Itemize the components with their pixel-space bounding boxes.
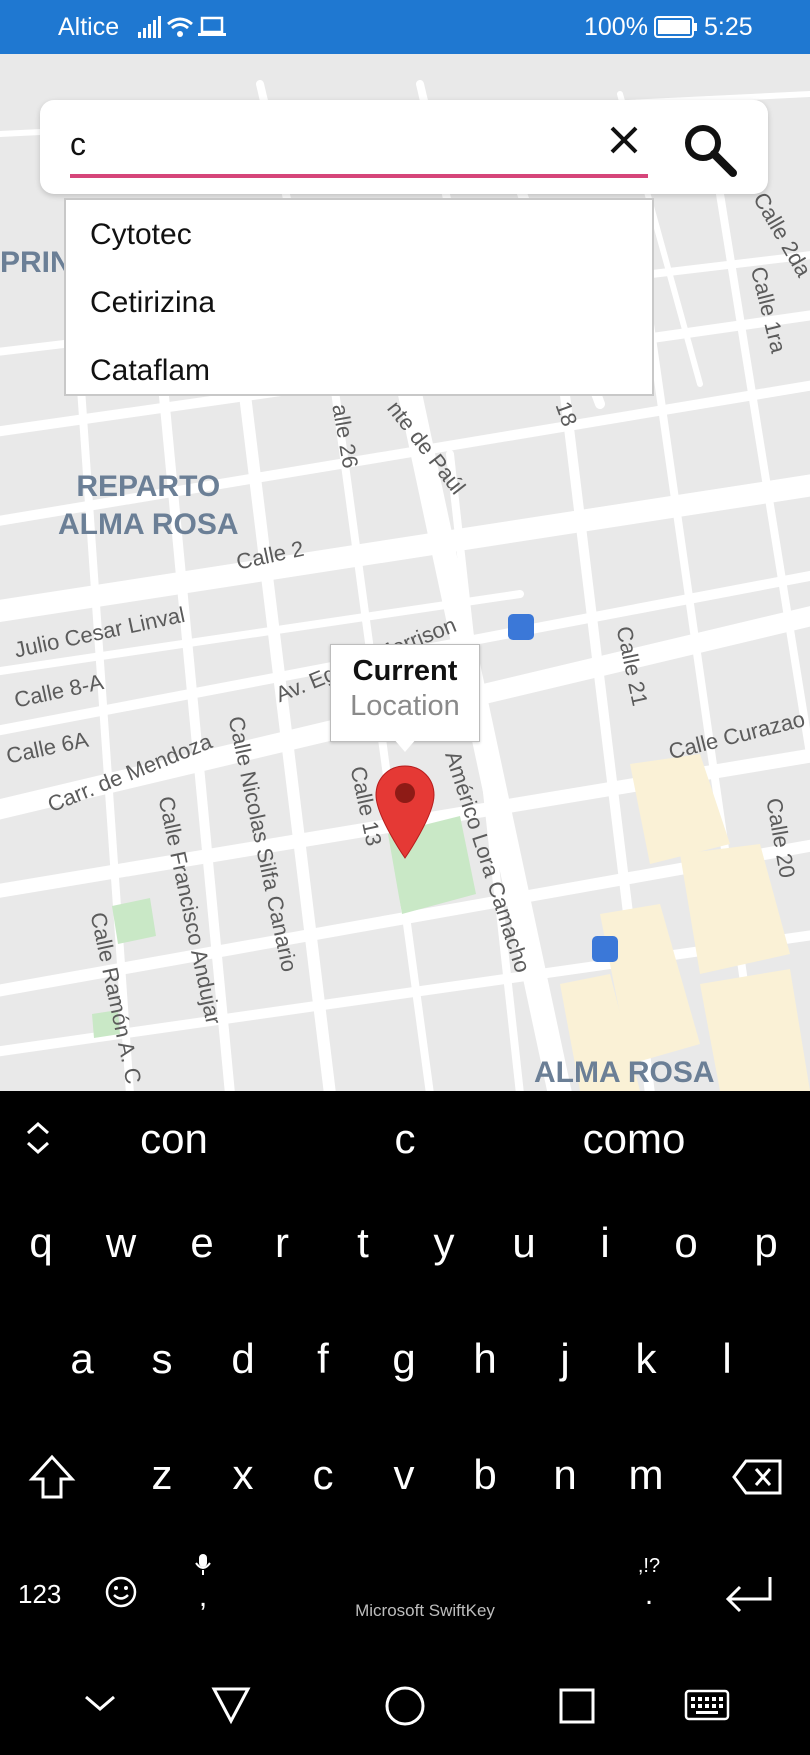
enter-key[interactable]: [724, 1573, 774, 1618]
bus-stop-icon[interactable]: [592, 936, 618, 962]
recents-button[interactable]: [558, 1687, 596, 1730]
comma-key[interactable]: ,: [190, 1553, 216, 1633]
key[interactable]: e: [172, 1219, 232, 1267]
recents-square-icon: [559, 1688, 595, 1724]
search-icon: [685, 125, 737, 177]
callout-tail: [393, 738, 417, 752]
battery-icon: [654, 16, 698, 45]
shift-key[interactable]: [28, 1453, 76, 1506]
key[interactable]: h: [455, 1335, 515, 1383]
comma-label: ,: [198, 1580, 208, 1613]
key[interactable]: i: [575, 1219, 635, 1267]
key[interactable]: n: [535, 1451, 595, 1499]
back-button[interactable]: [210, 1685, 252, 1730]
key[interactable]: o: [656, 1219, 716, 1267]
key[interactable]: a: [52, 1335, 112, 1383]
key[interactable]: v: [374, 1451, 434, 1499]
enter-icon: [725, 1577, 772, 1613]
suggestion-item[interactable]: Cataflam: [90, 354, 210, 388]
key[interactable]: d: [213, 1335, 273, 1383]
callout-title: Current: [352, 655, 458, 687]
search-underline: [70, 174, 648, 178]
area-label-reparto: REPARTO ALMA ROSA: [58, 470, 239, 541]
area-label-prin: PRIN: [0, 246, 72, 279]
keyboard-icon: [684, 1689, 730, 1721]
period-label: .: [644, 1578, 654, 1611]
clock: 5:25: [704, 13, 753, 41]
signal-wifi-icons: [138, 14, 230, 47]
suggestion-item[interactable]: Cetirizina: [90, 286, 215, 320]
key[interactable]: j: [535, 1335, 595, 1383]
key[interactable]: b: [455, 1451, 515, 1499]
word-suggestion[interactable]: c: [305, 1115, 505, 1163]
clear-button[interactable]: [600, 116, 648, 164]
suggestion-list: Cytotec Cetirizina Cataflam: [64, 198, 654, 396]
emoji-icon: [105, 1576, 137, 1608]
key[interactable]: l: [697, 1335, 757, 1383]
home-circle-icon: [385, 1686, 425, 1726]
back-triangle-icon: [211, 1687, 251, 1725]
shift-icon: [28, 1454, 76, 1499]
expand-toolbar-icon[interactable]: [24, 1121, 52, 1160]
backspace-icon: [732, 1459, 782, 1495]
period-key[interactable]: ,!? .: [636, 1555, 662, 1612]
chevron-down-icon: [85, 1695, 115, 1711]
key[interactable]: x: [213, 1451, 273, 1499]
key[interactable]: p: [736, 1219, 796, 1267]
spacebar[interactable]: Microsoft SwiftKey: [290, 1561, 560, 1631]
key[interactable]: z: [132, 1451, 192, 1499]
key[interactable]: t: [333, 1219, 393, 1267]
current-location-callout[interactable]: Current Location: [330, 644, 480, 742]
key[interactable]: c: [293, 1451, 353, 1499]
status-bar: Altice 100% 5:25: [0, 0, 810, 54]
search-button[interactable]: [680, 120, 740, 180]
hide-keyboard-button[interactable]: [84, 1693, 116, 1718]
key[interactable]: g: [374, 1335, 434, 1383]
word-suggestion[interactable]: como: [534, 1115, 734, 1163]
search-input[interactable]: [70, 122, 642, 166]
key[interactable]: r: [252, 1219, 312, 1267]
key[interactable]: f: [293, 1335, 353, 1383]
emoji-key[interactable]: [104, 1575, 138, 1614]
key[interactable]: y: [414, 1219, 474, 1267]
microphone-icon: [195, 1554, 211, 1575]
battery-percent: 100%: [584, 13, 648, 41]
backspace-key[interactable]: [732, 1459, 782, 1500]
search-bar: [40, 100, 768, 194]
keyboard-switch-button[interactable]: [684, 1689, 730, 1726]
key[interactable]: u: [494, 1219, 554, 1267]
word-suggestion[interactable]: con: [74, 1115, 274, 1163]
key[interactable]: w: [91, 1219, 151, 1267]
bus-stop-icon[interactable]: [508, 614, 534, 640]
area-label-alma-rosa: ALMA ROSA: [534, 1056, 715, 1089]
navigation-bar: [0, 1661, 810, 1755]
key[interactable]: s: [132, 1335, 192, 1383]
carrier-label: Altice: [58, 13, 120, 41]
key[interactable]: q: [11, 1219, 71, 1267]
key[interactable]: k: [616, 1335, 676, 1383]
punctuation-hint: ,!?: [637, 1555, 661, 1577]
suggestion-item[interactable]: Cytotec: [90, 218, 192, 252]
home-button[interactable]: [384, 1685, 426, 1732]
numbers-key[interactable]: 123: [18, 1579, 61, 1610]
keyboard: con c como q w e r t y u i o p a s d f g…: [0, 1091, 810, 1661]
keyboard-suggestion-bar: con c como: [0, 1091, 810, 1187]
callout-subtitle: Location: [350, 690, 460, 722]
close-icon: [610, 126, 638, 154]
key[interactable]: m: [616, 1451, 676, 1499]
